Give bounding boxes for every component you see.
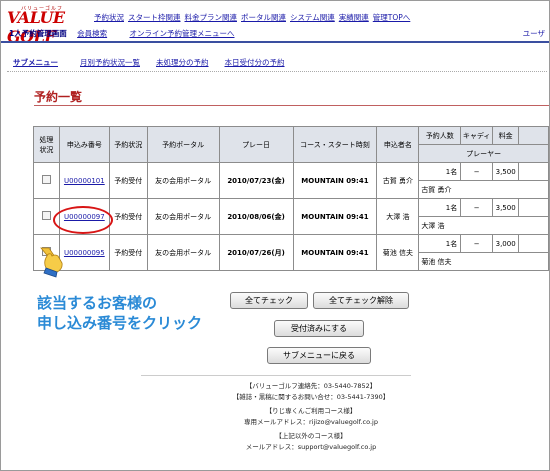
page-frame: バリューゴルフ VALUE GOLF 予約状況 スタート枠関連 料金プラン関連 ポータ… <box>0 0 550 471</box>
row-play-date: 2010/07/26(月) <box>218 234 294 271</box>
monthly-status-link[interactable]: 月別予約状況一覧 <box>80 58 140 67</box>
highlight-circle <box>53 206 113 234</box>
nav-start-slot[interactable]: スタート枠関連 <box>128 13 181 22</box>
row-extra <box>518 234 549 253</box>
row-checkbox-cell <box>33 162 60 199</box>
instruction-text: 該当するお客様の 申し込み番号をクリック <box>37 293 202 333</box>
screen-title: 1人予約管理画面 <box>9 29 67 38</box>
row-extra <box>518 162 549 181</box>
col-reservation-status: 予約状況 <box>108 126 148 163</box>
row-people: 1名 <box>418 198 462 217</box>
row-course-time: MOUNTAIN 09:41 <box>292 162 378 199</box>
col-play-date: プレー日 <box>218 126 294 163</box>
row-player: 古賀 勇介 <box>418 180 549 199</box>
table-row: U00000101 予約受付 友の会用ポータル 2010/07/23(金) MO… <box>33 162 549 199</box>
row-extra <box>518 198 549 217</box>
row-portal: 友の会用ポータル <box>146 234 220 271</box>
row-number-cell: U00000101 <box>58 162 110 199</box>
top-navigation: 予約状況 スタート枠関連 料金プラン関連 ポータル関連 システム関連 実績関連 管理TOPへ <box>94 12 414 23</box>
mark-accepted-button[interactable]: 受付済みにする <box>274 320 364 337</box>
col-course-start-time: コース・スタート時刻 <box>292 126 378 163</box>
instruction-line-1: 該当するお客様の <box>37 294 158 312</box>
table-row: U00000095 予約受付 友の会用ポータル 2010/07/26(月) MO… <box>33 234 549 271</box>
row-player: 大澤 浩 <box>418 216 549 235</box>
sub-menu-bar: サブメニュー 月別予約状況一覧 未処理分の予約 本日受付分の予約 <box>13 57 301 68</box>
col-caddie: キャディ <box>460 126 494 145</box>
footer-dedicated-email[interactable]: 専用メールアドレス：rijizo@valuegolf.co.jp <box>171 417 451 428</box>
menu-divider <box>7 71 547 72</box>
today-reservations-link[interactable]: 本日受付分の予約 <box>225 58 285 67</box>
row-applicant: 大澤 浩 <box>376 198 420 235</box>
nav-admin-top[interactable]: 管理TOPへ <box>373 13 411 22</box>
user-link[interactable]: ユーザ <box>523 28 545 39</box>
row-caddie: − <box>460 162 494 181</box>
row-fee: 3,500 <box>492 198 520 217</box>
table-header-row: 処理 状況 申込み番号 予約状況 予約ポータル プレー日 コース・スタート時刻 … <box>33 126 549 163</box>
col-applicant-name: 申込者名 <box>376 126 420 163</box>
row-course-time: MOUNTAIN 09:41 <box>292 198 378 235</box>
header-divider <box>1 41 549 43</box>
nav-fee-plan[interactable]: 料金プラン関連 <box>185 13 238 22</box>
row-status: 予約受付 <box>108 162 148 199</box>
row-status: 予約受付 <box>108 234 148 271</box>
nav-portal[interactable]: ポータル関連 <box>241 13 286 22</box>
footer-course-heading: 【りじ専くんご利用コース様】 <box>265 407 357 415</box>
footer-contact: 【バリューゴルフ連絡先：03-5440-7852】 <box>245 382 377 390</box>
row-course-time: MOUNTAIN 09:41 <box>292 234 378 271</box>
col-reservation-portal: 予約ポータル <box>146 126 220 163</box>
unprocessed-reservations-link[interactable]: 未処理分の予約 <box>156 58 209 67</box>
reservation-table: 処理 状況 申込み番号 予約状況 予約ポータル プレー日 コース・スタート時刻 … <box>33 126 549 271</box>
member-search-link[interactable]: 会員検索 <box>77 29 107 38</box>
row-caddie: − <box>460 234 494 253</box>
pointing-hand-icon <box>40 247 63 278</box>
col-extra <box>518 126 549 145</box>
footer-support-email[interactable]: メールアドレス：support@valuegolf.co.jp <box>171 442 451 453</box>
col-application-number: 申込み番号 <box>58 126 110 163</box>
row-applicant: 古賀 勇介 <box>376 162 420 199</box>
footer: 【バリューゴルフ連絡先：03-5440-7852】 【雑誌・黒稿に関するお問い合… <box>171 381 451 453</box>
row-applicant: 菊池 信夫 <box>376 234 420 271</box>
row-status: 予約受付 <box>108 198 148 235</box>
instruction-line-2: 申し込み番号をクリック <box>37 314 203 332</box>
back-to-submenu-button[interactable]: サブメニューに戻る <box>267 347 371 364</box>
footer-divider <box>141 375 411 376</box>
application-number-link[interactable]: U00000101 <box>64 177 105 185</box>
nav-reservation-status[interactable]: 予約状況 <box>94 13 124 22</box>
col-processing-status: 処理 状況 <box>33 126 60 163</box>
row-fee: 3,500 <box>492 162 520 181</box>
submenu-link[interactable]: サブメニュー <box>13 58 58 67</box>
row-player: 菊池 信夫 <box>418 252 549 271</box>
value-golf-logo[interactable]: バリューゴルフ VALUE GOLF <box>7 5 91 46</box>
uncheck-all-button[interactable]: 全てチェック解除 <box>313 292 409 309</box>
col-player: プレーヤー <box>418 144 549 163</box>
row-play-date: 2010/08/06(金) <box>218 198 294 235</box>
col-fee: 料金 <box>492 126 520 145</box>
online-reservation-menu-link[interactable]: オンライン予約管理メニューへ <box>130 29 235 38</box>
row-people: 1名 <box>418 234 462 253</box>
check-all-button[interactable]: 全てチェック <box>230 292 308 309</box>
nav-system[interactable]: システム関連 <box>290 13 335 22</box>
title-underline <box>34 105 549 106</box>
row-portal: 友の会用ポータル <box>146 162 220 199</box>
row-portal: 友の会用ポータル <box>146 198 220 235</box>
footer-other-heading: 【上記以外のコース様】 <box>275 432 347 440</box>
col-processing-status-label: 処理 状況 <box>39 135 54 154</box>
row-fee: 3,000 <box>492 234 520 253</box>
row-people: 1名 <box>418 162 462 181</box>
col-people-count: 予約人数 <box>418 126 462 145</box>
row-checkbox[interactable] <box>41 211 51 220</box>
page-title: 予約一覧 <box>34 90 83 104</box>
row-caddie: − <box>460 198 494 217</box>
row-checkbox[interactable] <box>41 175 51 184</box>
application-number-link[interactable]: U00000095 <box>64 249 105 257</box>
footer-inquiry: 【雑誌・黒稿に関するお問い合せ：03-5441-7390】 <box>232 393 390 401</box>
nav-results[interactable]: 実績関連 <box>339 13 369 22</box>
sub-header: 1人予約管理画面 会員検索 オンライン予約管理メニューへ <box>9 28 255 39</box>
row-play-date: 2010/07/23(金) <box>218 162 294 199</box>
